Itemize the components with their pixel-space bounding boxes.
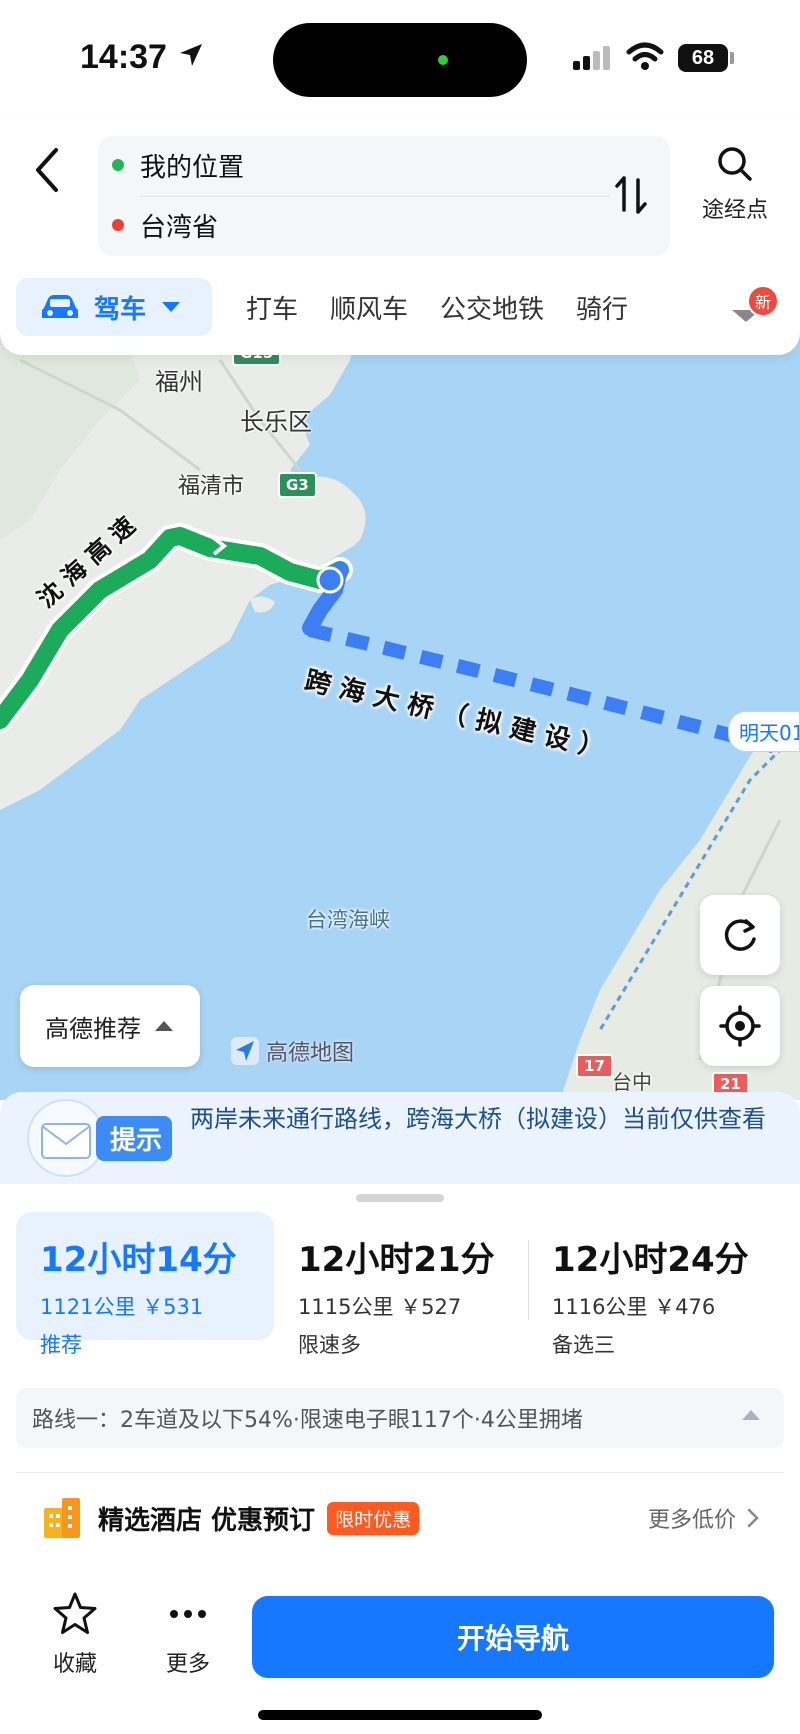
map-label-strait: 台湾海峡 <box>306 908 390 932</box>
hotel-section-header[interactable]: 精选酒店 优惠预订 限时优惠 更多低价 <box>0 1488 800 1548</box>
amap-logo: 高德地图 <box>230 1035 354 1067</box>
route-tag: 推荐 <box>40 1333 82 1357</box>
route-points-box: 我的位置 台湾省 <box>98 136 670 256</box>
new-badge: 新 <box>747 285 779 317</box>
more-hotels-label: 更多低价 <box>647 1508 736 1533</box>
amap-logo-icon <box>231 1037 259 1065</box>
battery-nub <box>730 52 734 64</box>
more-label: 更多 <box>165 1652 210 1677</box>
search-icon <box>718 147 752 181</box>
more-button[interactable]: 更多 <box>148 1590 228 1678</box>
route-distance-cost: 1116公里 ￥476 <box>552 1295 716 1319</box>
envelope-icon <box>27 1099 105 1177</box>
route-summary-text: 路线一：2车道及以下54%·限速电子眼117个·4公里拥堵 <box>32 1408 583 1433</box>
dropdown-caret-icon <box>162 302 181 312</box>
dynamic-island <box>273 23 527 97</box>
camera-indicator <box>438 55 448 65</box>
notice-banner: 提示 两岸未来通行路线，跨海大桥（拟建设）当前仅供查看 <box>0 1092 800 1184</box>
notice-text: 两岸未来通行路线，跨海大桥（拟建设）当前仅供查看 <box>190 1105 766 1133</box>
notice-tag: 提示 <box>96 1116 173 1161</box>
crosshair-icon <box>719 1005 761 1047</box>
road-shield-17: 17 <box>576 1054 613 1078</box>
tab-carpool[interactable]: 顺风车 <box>330 289 408 326</box>
tab-drive-label: 驾车 <box>94 294 147 325</box>
origin-dot-icon <box>112 159 124 171</box>
hotel-section-title: 精选酒店 优惠预订 <box>98 1505 316 1536</box>
refresh-button[interactable] <box>700 895 780 975</box>
amap-logo-text: 高德地图 <box>266 1041 355 1066</box>
back-icon[interactable] <box>28 140 68 200</box>
triangle-up-icon <box>155 1021 173 1031</box>
cellular-signal-icon <box>573 46 610 70</box>
map-label-changle: 长乐区 <box>240 408 312 436</box>
route-tag: 限速多 <box>298 1333 361 1357</box>
map-label-fuzhou: 福州 <box>155 368 203 396</box>
route-header: 我的位置 台湾省 途经点 驾车 打车 顺风车 公交地铁 骑行 新 <box>0 120 800 355</box>
arrival-time-tag[interactable]: 明天01 <box>728 711 800 752</box>
route-duration: 12小时24分 <box>552 1240 749 1280</box>
bottom-action-bar: 收藏 更多 开始导航 <box>0 1568 800 1734</box>
home-indicator <box>258 1710 542 1720</box>
hotel-building-icon <box>44 1498 80 1538</box>
route-points-divider <box>140 196 610 197</box>
start-navigation-button[interactable]: 开始导航 <box>252 1596 774 1678</box>
tab-transit[interactable]: 公交地铁 <box>440 289 544 326</box>
locate-button[interactable] <box>700 986 780 1066</box>
map-label-taizhong: 台中 <box>612 1070 652 1094</box>
tab-drive[interactable]: 驾车 <box>16 278 212 336</box>
origin-row[interactable]: 我的位置 <box>112 140 244 190</box>
route-duration: 12小时21分 <box>298 1240 495 1280</box>
route-tag: 备选三 <box>552 1333 615 1357</box>
favorite-button[interactable]: 收藏 <box>35 1590 115 1678</box>
route-preference-label: 高德推荐 <box>45 1014 141 1043</box>
route-option-3[interactable]: 12小时24分 1116公里 ￥476 备选三 <box>528 1212 790 1357</box>
more-dots-icon <box>170 1610 206 1618</box>
origin-text: 我的位置 <box>140 152 245 183</box>
tab-taxi[interactable]: 打车 <box>246 289 298 326</box>
car-icon <box>42 295 78 318</box>
route-distance-cost: 1115公里 ￥527 <box>298 1295 462 1319</box>
route-duration: 12小时14分 <box>40 1240 237 1280</box>
sheet-drag-handle[interactable] <box>356 1194 444 1202</box>
refresh-icon <box>724 919 756 951</box>
travel-mode-tabs: 驾车 打车 顺风车 公交地铁 骑行 新 <box>16 278 786 336</box>
status-bar: 14:37 68 <box>0 0 800 120</box>
expand-up-icon <box>742 1410 760 1420</box>
route-summary-bar[interactable]: 路线一：2车道及以下54%·限速电子眼117个·4公里拥堵 <box>16 1388 784 1448</box>
destination-dot-icon <box>112 219 124 231</box>
destination-row[interactable]: 台湾省 <box>112 200 218 250</box>
status-time: 14:37 <box>80 38 167 76</box>
waypoint-button[interactable]: 途经点 <box>690 144 780 244</box>
swap-route-icon[interactable] <box>606 170 656 220</box>
highway-shield-g3: G3 <box>278 472 317 498</box>
star-icon <box>53 1592 97 1634</box>
more-hotels-link[interactable]: 更多低价 <box>648 1502 760 1534</box>
promo-badge: 限时优惠 <box>327 1501 420 1535</box>
route-option-2[interactable]: 12小时21分 1115公里 ￥527 限速多 <box>274 1212 524 1357</box>
destination-text: 台湾省 <box>140 212 219 243</box>
wifi-icon <box>626 42 664 70</box>
chevron-right-icon <box>747 1508 759 1528</box>
battery-indicator: 68 <box>678 44 728 72</box>
route-preference-button[interactable]: 高德推荐 <box>20 985 200 1067</box>
map-label-fuqing: 福清市 <box>178 474 245 499</box>
section-divider <box>16 1472 784 1473</box>
favorite-label: 收藏 <box>52 1652 97 1677</box>
waypoint-label: 途经点 <box>701 198 768 223</box>
route-distance-cost: 1121公里 ￥531 <box>40 1295 204 1319</box>
tab-cycling[interactable]: 骑行 <box>576 289 628 326</box>
location-arrow-icon <box>180 44 202 66</box>
route-option-1[interactable]: 12小时14分 1121公里 ￥531 推荐 <box>16 1212 274 1357</box>
